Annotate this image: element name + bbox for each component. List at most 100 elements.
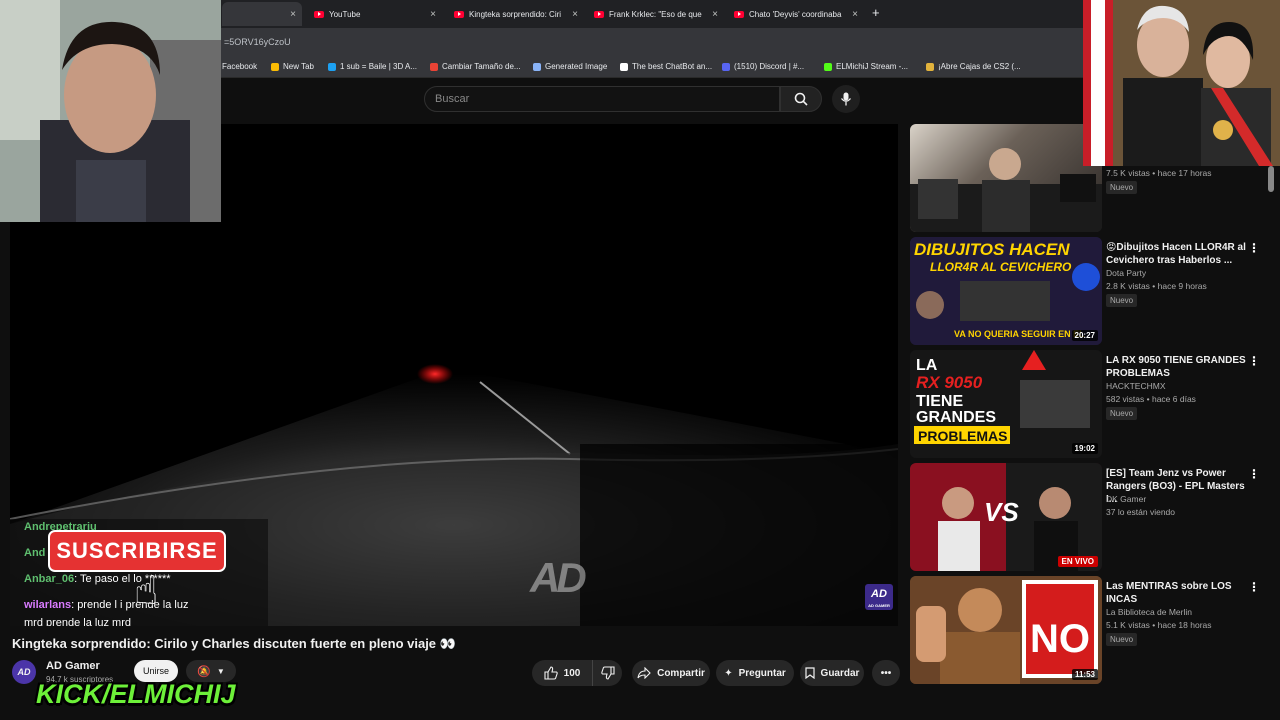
bookmark-item[interactable]: Generated Image bbox=[533, 62, 607, 71]
more-actions-button[interactable]: ••• bbox=[872, 660, 900, 686]
thumbnail-image: LARX 9050TIENEGRANDES PROBLEMAS bbox=[910, 350, 1102, 458]
recommended-video[interactable]: NO 11:53 Las MENTIRAS sobre LOS INCAS La… bbox=[908, 576, 1280, 686]
chat-message: mrd prende la luz mrd bbox=[24, 617, 131, 626]
bookmark-favicon-icon bbox=[533, 62, 541, 71]
streamer-webcam-overlay bbox=[0, 0, 221, 222]
bookmark-item[interactable]: Facebook bbox=[222, 62, 257, 71]
channel-branding-logo[interactable]: AD AD GAMER bbox=[865, 584, 893, 610]
sidebar-scrollbar[interactable] bbox=[1268, 166, 1274, 192]
sparkle-icon: ✦ bbox=[724, 667, 733, 679]
bookmark-icon bbox=[804, 667, 815, 679]
more-vertical-icon[interactable]: ⋮ bbox=[1248, 241, 1260, 255]
chat-message: And bbox=[24, 547, 46, 559]
new-badge: Nuevo bbox=[1106, 181, 1138, 194]
like-button[interactable]: 100 bbox=[532, 660, 592, 686]
bookmark-favicon-icon bbox=[722, 62, 730, 71]
youtube-favicon-icon bbox=[594, 10, 604, 18]
ask-ai-button[interactable]: ✦ Preguntar bbox=[716, 660, 794, 686]
chat-message: wilarlans: prende l i prende la luz bbox=[24, 599, 189, 611]
overlay-image bbox=[1083, 0, 1280, 166]
video-thumbnail[interactable]: LA RX 9050 TIENE GRANDES PROBLEMAS 19:02 bbox=[910, 350, 1102, 458]
video-title[interactable]: LA RX 9050 TIENE GRANDES PROBLEMAS bbox=[1106, 354, 1246, 380]
like-count: 100 bbox=[563, 667, 581, 679]
video-thumbnail[interactable] bbox=[910, 124, 1102, 232]
video-title: Kingteka sorprendido: Cirilo y Charles d… bbox=[12, 636, 456, 651]
subscribe-overlay-graphic: SUSCRIBIRSE bbox=[48, 530, 226, 572]
search-icon bbox=[794, 92, 808, 106]
channel-name[interactable]: AD Gamer bbox=[46, 660, 100, 672]
video-title[interactable]: Las MENTIRAS sobre LOS INCAS bbox=[1106, 580, 1246, 606]
bookmark-item[interactable]: New Tab bbox=[271, 62, 314, 71]
tab-close-icon[interactable]: × bbox=[430, 9, 436, 20]
channel-name[interactable]: DK Gamer bbox=[1106, 494, 1146, 504]
thumbnail-image bbox=[910, 148, 1102, 232]
new-badge: Nuevo bbox=[1106, 407, 1138, 420]
new-badge: Nuevo bbox=[1106, 633, 1138, 646]
channel-name[interactable]: HACKTECHMX bbox=[1106, 381, 1166, 391]
kick-channel-overlay: KICK/ELMICHIJ bbox=[36, 679, 236, 709]
new-tab-button[interactable]: + bbox=[872, 6, 880, 20]
bookmark-favicon-icon bbox=[926, 62, 934, 71]
browser-tab-active[interactable]: × bbox=[222, 2, 302, 26]
tab-close-icon[interactable]: × bbox=[852, 9, 858, 20]
svg-text:NO: NO bbox=[1030, 617, 1090, 661]
svg-text:LLOR4R AL CEVICHERO: LLOR4R AL CEVICHERO bbox=[930, 260, 1072, 274]
svg-text:VA NO QUERIA SEGUIR EN EL: VA NO QUERIA SEGUIR EN EL bbox=[954, 329, 1085, 339]
thumbnail-image: DIBUJITOS HACENLLOR4R AL CEVICHERO VA NO … bbox=[910, 237, 1102, 345]
more-vertical-icon[interactable]: ⋮ bbox=[1248, 354, 1260, 368]
tab-close-icon[interactable]: × bbox=[572, 9, 578, 20]
svg-text:VS: VS bbox=[984, 497, 1019, 527]
video-thumbnail[interactable]: DIBUJITOS HACEN LLOR4R AL CEVICHERO VA NO … bbox=[910, 237, 1102, 345]
video-duration: 19:02 bbox=[1071, 443, 1098, 454]
browser-tab-chato[interactable]: Chato 'Deyvis' coordinaba × bbox=[728, 2, 864, 26]
bookmark-favicon-icon bbox=[271, 62, 279, 71]
channel-name[interactable]: La Biblioteca de Merlin bbox=[1106, 607, 1192, 617]
voice-search-button[interactable] bbox=[832, 85, 860, 113]
share-icon bbox=[637, 667, 651, 679]
bookmark-item[interactable]: (1510) Discord | #... bbox=[722, 62, 804, 71]
mic-icon bbox=[840, 92, 852, 106]
bookmark-item[interactable]: 1 sub = Baile | 3D A... bbox=[328, 62, 417, 71]
new-badge: Nuevo bbox=[1106, 294, 1138, 307]
channel-watermark: AD bbox=[530, 554, 587, 601]
bell-off-icon: 🔕 bbox=[197, 665, 211, 678]
youtube-favicon-icon bbox=[314, 10, 324, 18]
bookmark-item[interactable]: Cambiar Tamaño de... bbox=[430, 62, 521, 71]
more-vertical-icon[interactable]: ⋮ bbox=[1248, 467, 1260, 481]
browser-tab-youtube[interactable]: YouTube × bbox=[308, 2, 442, 26]
search-button[interactable] bbox=[780, 86, 822, 112]
browser-tab-kingteka[interactable]: Kingteka sorprendido: Ciri × bbox=[448, 2, 584, 26]
bookmark-item[interactable]: ¡Abre Cajas de CS2 (... bbox=[926, 62, 1021, 71]
share-button[interactable]: Compartir bbox=[632, 660, 710, 686]
webcam-image bbox=[0, 0, 221, 222]
more-vertical-icon[interactable]: ⋮ bbox=[1248, 580, 1260, 594]
svg-text:LA: LA bbox=[916, 357, 938, 374]
recommended-video[interactable]: VS EN VIVO [ES] Team Jenz vs Power Range… bbox=[908, 463, 1280, 573]
svg-text:GRANDES: GRANDES bbox=[916, 409, 996, 426]
video-title[interactable]: 😡Dibujitos Hacen LLOR4R al Cevichero tra… bbox=[1106, 241, 1246, 267]
channel-name[interactable]: Dota Party bbox=[1106, 268, 1146, 278]
bookmark-item[interactable]: The best ChatBot an... bbox=[620, 62, 712, 71]
recommended-video[interactable]: DIBUJITOS HACEN LLOR4R AL CEVICHERO VA NO … bbox=[908, 237, 1280, 347]
recommended-video[interactable]: LA RX 9050 TIENE GRANDES PROBLEMAS 19:02 LA … bbox=[908, 350, 1280, 460]
save-button[interactable]: Guardar bbox=[800, 660, 864, 686]
tab-close-icon[interactable]: × bbox=[712, 9, 718, 20]
dislike-button[interactable] bbox=[592, 660, 622, 686]
thumbnail-image: NO bbox=[910, 576, 1102, 684]
tab-close-icon[interactable]: × bbox=[290, 9, 296, 20]
video-thumbnail[interactable]: VS EN VIVO bbox=[910, 463, 1102, 571]
url-text[interactable]: =5ORV16yCzoU bbox=[224, 37, 291, 47]
bookmark-item[interactable]: ELMichiJ Stream -... bbox=[824, 62, 908, 71]
channel-avatar[interactable]: AD bbox=[12, 660, 36, 684]
bookmark-favicon-icon bbox=[620, 62, 628, 71]
svg-text:RX 9050: RX 9050 bbox=[916, 373, 983, 392]
chevron-down-icon: ▼ bbox=[216, 666, 225, 676]
browser-tab-frank[interactable]: Frank Krklec: "Eso de que × bbox=[588, 2, 724, 26]
svg-text:PROBLEMAS: PROBLEMAS bbox=[918, 428, 1007, 444]
more-horizontal-icon: ••• bbox=[880, 667, 892, 679]
video-duration: 20:27 bbox=[1071, 330, 1098, 341]
thumbs-down-icon bbox=[600, 666, 615, 680]
video-thumbnail[interactable]: NO 11:53 bbox=[910, 576, 1102, 684]
bookmark-favicon-icon bbox=[430, 62, 438, 71]
search-input[interactable]: Buscar bbox=[424, 86, 780, 112]
